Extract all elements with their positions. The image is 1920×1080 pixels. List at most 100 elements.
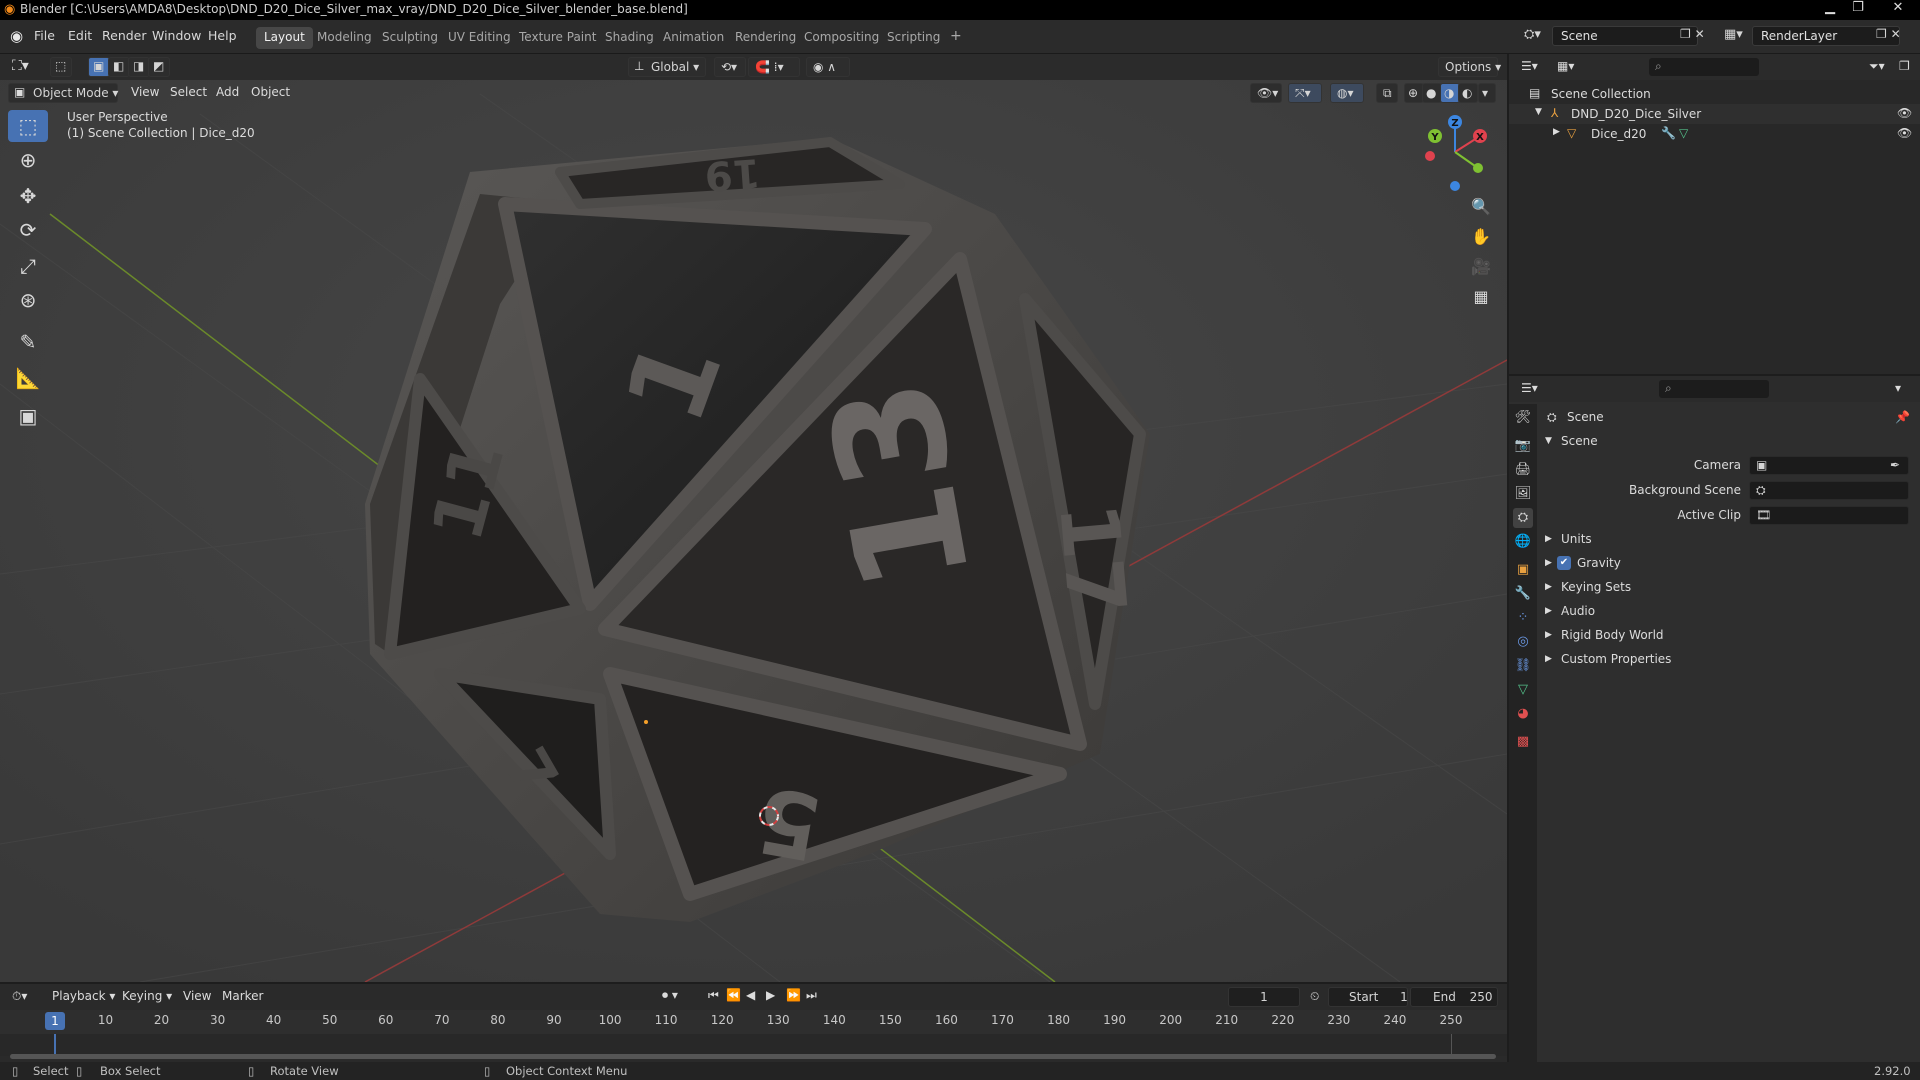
properties-editor-type-icon[interactable]: ☰▾: [1521, 381, 1538, 395]
pivot-point-dropdown[interactable]: ⟲▾: [714, 57, 746, 77]
eyedropper-icon[interactable]: ✒: [1890, 458, 1900, 472]
menu-help[interactable]: Help: [208, 28, 237, 43]
gizmo-neg-x[interactable]: [1425, 151, 1435, 161]
keying-sets-panel[interactable]: Keying Sets: [1561, 580, 1631, 594]
modifier-tab-icon[interactable]: 🔧: [1513, 584, 1533, 604]
tab-modeling[interactable]: Modeling: [309, 27, 380, 49]
overlay-toggle[interactable]: ◍▾: [1330, 83, 1364, 103]
scene-selector[interactable]: Scene: [1552, 26, 1698, 46]
scene-panel-arrow-icon[interactable]: ▼: [1545, 436, 1552, 446]
texture-tab-icon[interactable]: ▩: [1513, 732, 1533, 752]
timeline-menu-keying[interactable]: Keying ▾: [122, 989, 172, 1003]
end-frame-field[interactable]: End 250: [1410, 987, 1498, 1007]
menu-edit[interactable]: Edit: [68, 28, 92, 43]
gizmo-toggle[interactable]: ⤧▾: [1288, 83, 1322, 103]
gizmo-neg-y[interactable]: [1473, 163, 1483, 173]
select-mode-new[interactable]: ▣: [88, 57, 110, 77]
add-cube-tool[interactable]: ▣: [8, 400, 48, 432]
properties-search-input[interactable]: ⌕: [1659, 380, 1769, 398]
view-layer-icon[interactable]: ▦▾: [1724, 27, 1743, 42]
filter-icon[interactable]: ⏷▾: [1869, 59, 1885, 74]
physics-tab-icon[interactable]: ◎: [1513, 632, 1533, 652]
tab-compositing[interactable]: Compositing: [796, 27, 887, 49]
rotate-tool[interactable]: ⟳: [8, 214, 48, 246]
viewport-menu-view[interactable]: View: [131, 85, 159, 99]
tab-rendering[interactable]: Rendering: [727, 27, 804, 49]
scale-tool[interactable]: ⤢: [8, 250, 48, 282]
expand-arrow-icon[interactable]: ▼: [1535, 107, 1542, 117]
custom-props-panel-arrow-icon[interactable]: ▶: [1545, 654, 1552, 664]
modifier-wrench-icon[interactable]: 🔧: [1661, 126, 1676, 140]
scene-panel-title[interactable]: Scene: [1561, 434, 1598, 448]
timeline-keyframe-area[interactable]: [0, 1034, 1507, 1056]
material-tab-icon[interactable]: ◕: [1513, 704, 1533, 724]
close-icon[interactable]: ✕: [1880, 0, 1916, 18]
audio-panel[interactable]: Audio: [1561, 604, 1595, 618]
select-mode-subtract[interactable]: ◨: [128, 57, 150, 77]
outliner-display-mode-icon[interactable]: ▦▾: [1557, 59, 1574, 73]
new-collection-icon[interactable]: ❐: [1899, 59, 1910, 73]
visibility-eye-icon[interactable]: 👁: [1897, 126, 1912, 140]
view-layer-tab-icon[interactable]: 🖼: [1513, 484, 1533, 504]
preview-range-icon[interactable]: ⏲: [1310, 989, 1319, 1004]
units-panel-arrow-icon[interactable]: ▶: [1545, 534, 1552, 544]
scene-tab-icon[interactable]: ⛭: [1513, 508, 1533, 528]
new-view-layer-icon[interactable]: ❐ ✕: [1876, 27, 1901, 41]
units-panel[interactable]: Units: [1561, 532, 1592, 546]
timeline-editor-type-icon[interactable]: ⏱▾: [12, 989, 27, 1004]
tab-animation[interactable]: Animation: [655, 27, 732, 49]
outliner-editor-type-icon[interactable]: ☰▾: [1521, 59, 1538, 73]
shading-rendered[interactable]: ◐: [1458, 83, 1478, 103]
viewport-canvas[interactable]: 19 1 13 5 17 11 7: [0, 54, 1507, 982]
rigid-body-world-panel[interactable]: Rigid Body World: [1561, 628, 1664, 642]
outliner-row-dnd-collection[interactable]: ▼ ⅄ DND_D20_Dice_Silver 👁: [1509, 104, 1920, 124]
blender-menu-icon[interactable]: ◉: [10, 27, 23, 45]
editor-type-icon[interactable]: ⛶▾: [12, 58, 29, 74]
visibility-eye-icon[interactable]: 👁: [1897, 106, 1912, 120]
maximize-icon[interactable]: ❐: [1846, 0, 1870, 18]
options-dropdown[interactable]: Options ▾: [1438, 57, 1501, 77]
constraints-tab-icon[interactable]: ⛓: [1513, 656, 1533, 676]
timeline-ruler[interactable]: 10 20 30 40 50 60 70 80 90 100 110 120 130 140 150 160 1…: [0, 1010, 1507, 1034]
keying-sets-panel-arrow-icon[interactable]: ▶: [1545, 582, 1552, 592]
shading-material[interactable]: ◑: [1440, 83, 1460, 103]
shading-wireframe[interactable]: ⊕: [1404, 83, 1424, 103]
timeline-menu-marker[interactable]: Marker: [222, 989, 263, 1003]
move-tool[interactable]: ✥: [8, 180, 48, 212]
ortho-grid-icon[interactable]: ▦: [1468, 284, 1494, 310]
mesh-data-icon[interactable]: ▽: [1679, 126, 1688, 140]
play-reverse-button[interactable]: ◀: [746, 988, 755, 1002]
jump-end-button[interactable]: ⏭: [806, 988, 817, 1003]
gizmo-neg-z[interactable]: [1450, 181, 1460, 191]
current-frame-field[interactable]: 1: [1228, 987, 1300, 1007]
object-tab-icon[interactable]: ▣: [1513, 560, 1533, 580]
tab-sculpting[interactable]: Sculpting: [374, 27, 446, 49]
gravity-panel[interactable]: Gravity: [1577, 556, 1621, 570]
shading-options-dropdown[interactable]: ▾: [1478, 83, 1496, 103]
tab-layout[interactable]: Layout: [256, 27, 313, 49]
tab-texture-paint[interactable]: Texture Paint: [511, 27, 604, 49]
viewport-menu-select[interactable]: Select: [170, 85, 207, 99]
render-tab-icon[interactable]: 📷: [1513, 436, 1533, 456]
expand-arrow-icon[interactable]: ▶: [1553, 127, 1560, 137]
start-frame-field[interactable]: Start 1: [1328, 987, 1408, 1007]
3d-viewport[interactable]: 19 1 13 5 17 11 7 ⛶▾ ⬚ ▣ ◧ ◨ ◩ Global ▾ …: [0, 54, 1507, 982]
timeline-menu-playback[interactable]: Playback ▾: [52, 989, 115, 1003]
gravity-checkbox[interactable]: ✔: [1557, 556, 1571, 570]
pan-hand-icon[interactable]: ✋: [1468, 224, 1494, 250]
pin-icon[interactable]: 📌: [1895, 410, 1910, 424]
xray-toggle[interactable]: ⧉: [1376, 83, 1398, 103]
timeline-scrollbar[interactable]: [10, 1054, 1496, 1059]
viewport-menu-object[interactable]: Object: [251, 85, 290, 99]
active-clip-field[interactable]: 🎞: [1749, 506, 1909, 525]
world-tab-icon[interactable]: 🌐: [1513, 532, 1533, 552]
select-box-tool[interactable]: ⬚: [8, 110, 48, 142]
prev-keyframe-button[interactable]: ⏪: [726, 988, 741, 1002]
particles-tab-icon[interactable]: ⁘: [1513, 608, 1533, 628]
custom-properties-panel[interactable]: Custom Properties: [1561, 652, 1671, 666]
jump-start-button[interactable]: ⏮: [708, 988, 719, 1003]
transform-tool[interactable]: ⊛: [8, 284, 48, 316]
record-button[interactable]: ⏺ ▾: [662, 988, 678, 1003]
rigid-body-panel-arrow-icon[interactable]: ▶: [1545, 630, 1552, 640]
tab-shading[interactable]: Shading: [597, 27, 662, 49]
